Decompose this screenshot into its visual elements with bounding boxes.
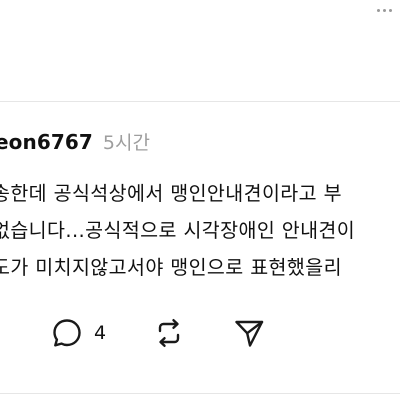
speech-bubble-icon bbox=[53, 319, 81, 347]
share-button[interactable] bbox=[232, 316, 266, 350]
comment-text-line: 송한데 공식석상에서 맹인안내견이라고 부 bbox=[0, 182, 342, 205]
thread-screen: eon6767 5시간 송한데 공식석상에서 맹인안내견이라고 부 없습니다..… bbox=[0, 0, 400, 400]
more-options-icon[interactable] bbox=[377, 9, 392, 12]
action-bar: 4 bbox=[0, 316, 400, 350]
menu-dot bbox=[389, 9, 392, 12]
comment-count: 4 bbox=[94, 322, 107, 344]
divider bbox=[0, 101, 400, 102]
repost-button[interactable] bbox=[153, 316, 185, 350]
timestamp: 5시간 bbox=[102, 132, 150, 154]
menu-dot bbox=[377, 9, 380, 12]
send-icon bbox=[235, 320, 264, 347]
username[interactable]: eon6767 bbox=[0, 130, 93, 154]
comment-text-line: 도가 미치지않고서야 맹인으로 표현했을리 bbox=[0, 256, 342, 279]
divider bbox=[0, 393, 400, 394]
comment-header: eon6767 5시간 bbox=[0, 128, 150, 156]
comment-button[interactable]: 4 bbox=[50, 316, 106, 350]
comment-text-line: 없습니다...공식적으로 시각장애인 안내견이 bbox=[0, 219, 356, 242]
repost-icon bbox=[158, 319, 180, 347]
menu-dot bbox=[383, 9, 386, 12]
